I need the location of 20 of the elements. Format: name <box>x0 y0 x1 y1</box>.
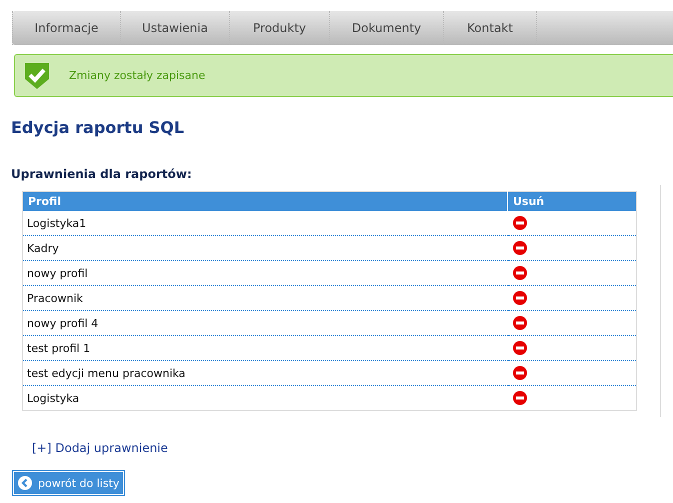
nav-tab[interactable]: Dokumenty <box>329 11 443 45</box>
add-permission-link[interactable]: [+] Dodaj uprawnienie <box>32 441 168 455</box>
nav-tab[interactable]: Kontakt <box>443 11 537 45</box>
table-cell: test edycji menu pracownika <box>22 360 508 386</box>
table-cell: nowy profil <box>22 260 508 286</box>
page-title: Edycja raportu SQL <box>11 118 186 137</box>
column-header: Profil <box>22 192 508 211</box>
message-text: Zmiany zostały zapisane <box>69 69 206 82</box>
table-cell: test profil 1 <box>22 336 508 360</box>
back-button[interactable]: powrót do listy <box>12 470 126 496</box>
nav-tab[interactable]: Informacje <box>12 11 120 45</box>
table-cell: Logistyka <box>22 386 508 410</box>
table-cell: nowy profil 4 <box>22 310 508 336</box>
table-cell: Logistyka1 <box>22 211 508 236</box>
section-title: Uprawnienia dla raportów: <box>11 167 193 181</box>
nav-tab[interactable]: Produkty <box>229 11 329 45</box>
nav-tab[interactable]: Ustawienia <box>120 11 229 45</box>
table-cell: Pracownik <box>22 286 508 310</box>
column-header: Usuń <box>508 192 636 211</box>
table-cell: Kadry <box>22 236 508 260</box>
